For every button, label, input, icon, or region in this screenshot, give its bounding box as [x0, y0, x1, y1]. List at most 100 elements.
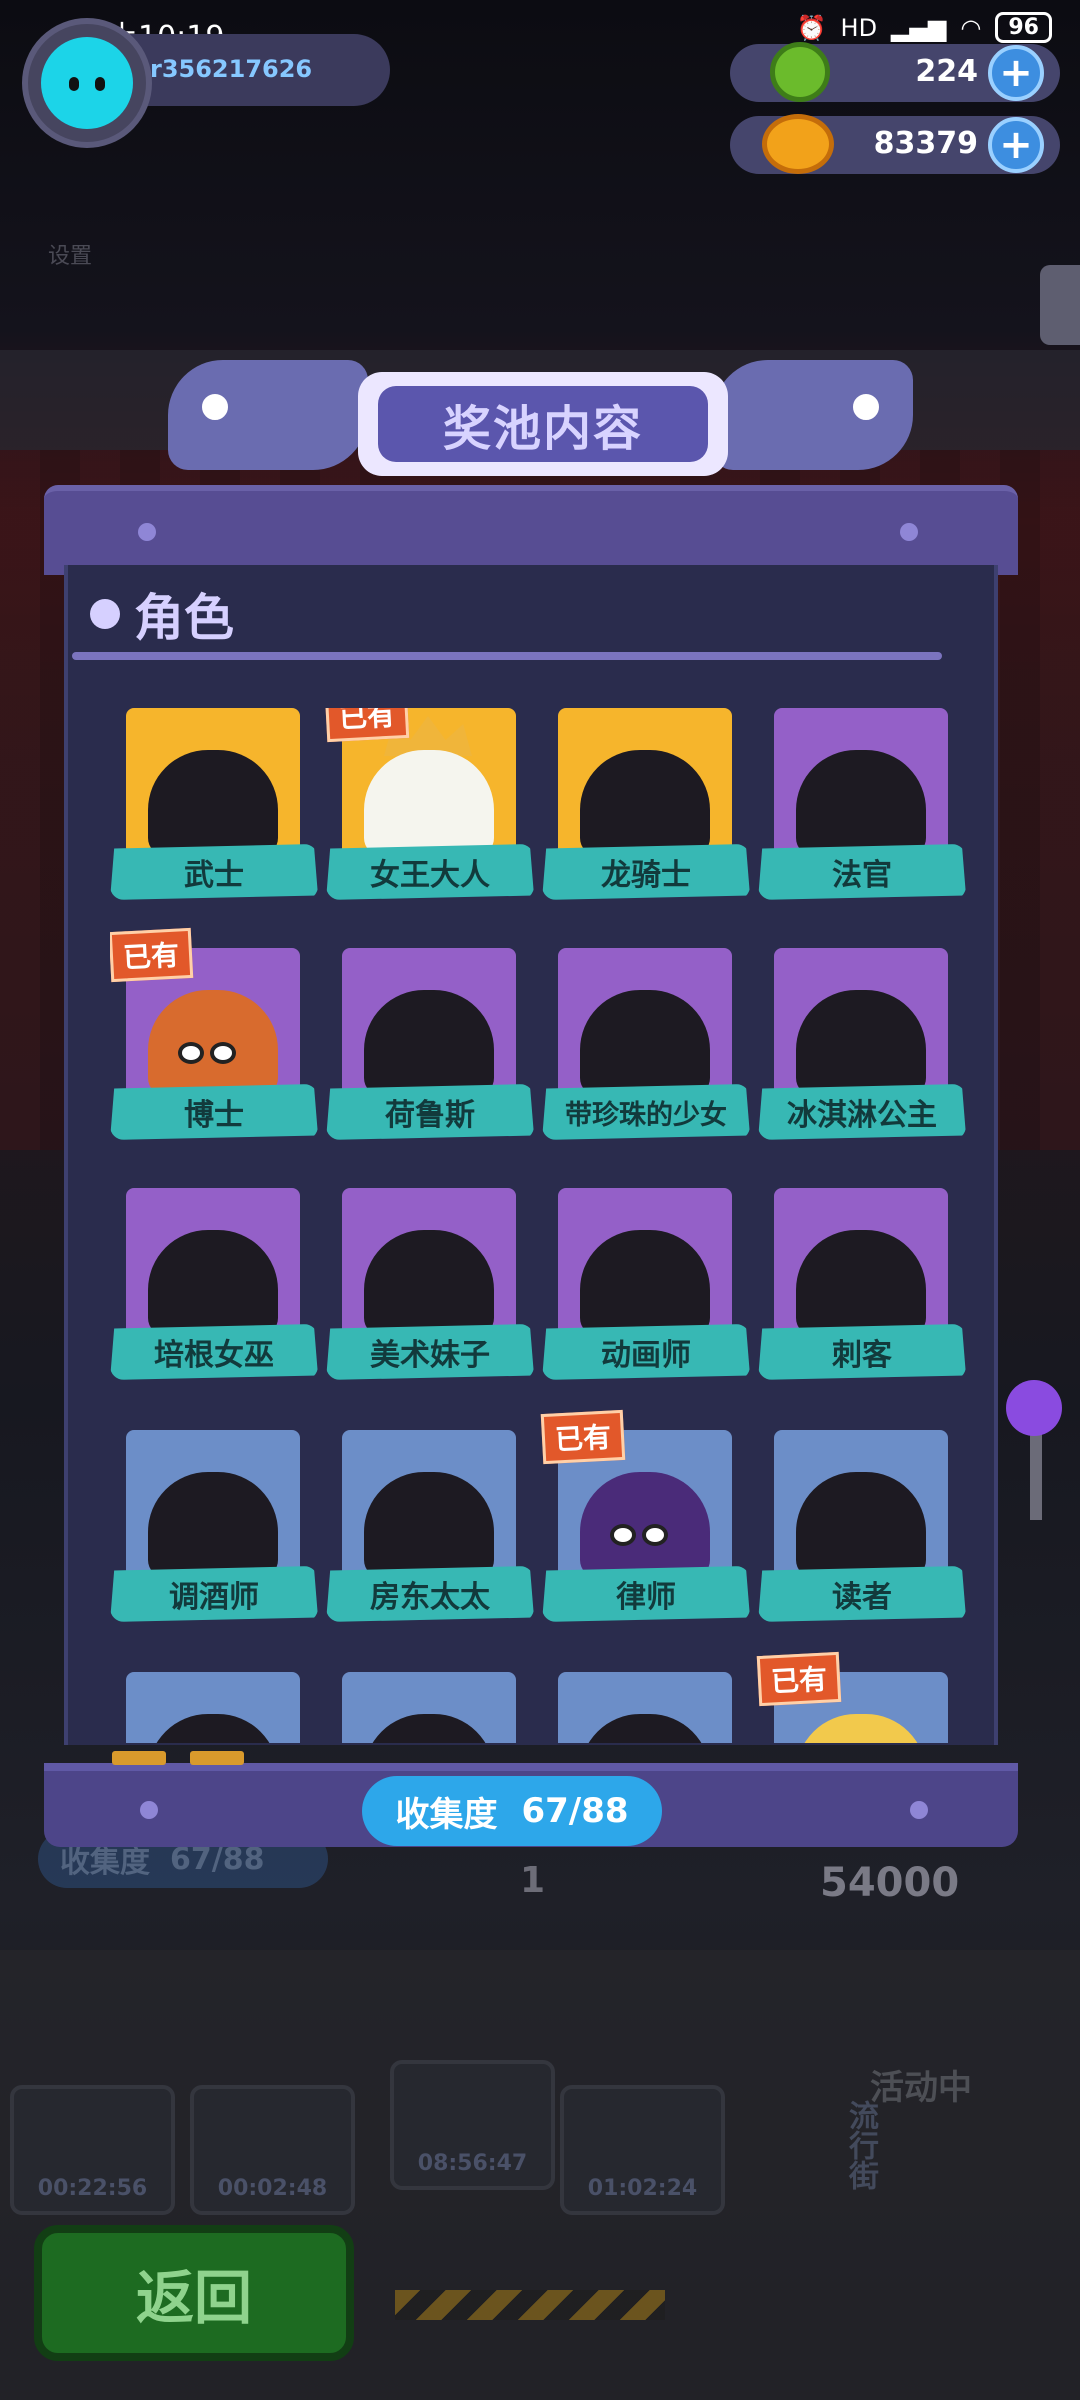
- character-card[interactable]: 培根女巫: [110, 1188, 326, 1386]
- character-card[interactable]: 美术妹子: [326, 1188, 542, 1386]
- character-portrait: [558, 1188, 732, 1336]
- character-silhouette-icon: [148, 1472, 278, 1578]
- character-silhouette-icon: [796, 1472, 926, 1578]
- alarm-icon: ⏰: [796, 13, 827, 42]
- character-name: 法官: [758, 844, 966, 900]
- background-slot-timer: 00:02:48: [190, 2085, 355, 2215]
- character-card[interactable]: [326, 1672, 542, 1743]
- fish-eye: [198, 390, 232, 424]
- character-portrait: [774, 708, 948, 856]
- fish-left-icon: [168, 360, 368, 470]
- character-portrait: [558, 948, 732, 1096]
- character-silhouette-icon: [364, 1714, 494, 1743]
- character-silhouette-icon: [580, 1714, 710, 1743]
- character-name: 龙骑士: [542, 844, 750, 900]
- character-name: 培根女巫: [110, 1324, 318, 1380]
- modal-title-decoration: 奖池内容: [168, 360, 913, 490]
- character-silhouette-icon: [364, 750, 494, 856]
- character-silhouette-icon: [148, 750, 278, 856]
- character-card[interactable]: 刺客: [758, 1188, 970, 1386]
- rivet: [910, 1801, 928, 1819]
- background-count: 1: [520, 1860, 546, 1901]
- character-name: 女王大人: [326, 844, 534, 900]
- character-card[interactable]: 法官: [758, 708, 970, 906]
- character-card[interactable]: 调酒师: [110, 1430, 326, 1628]
- owned-badge: 已有: [110, 927, 194, 983]
- back-button[interactable]: 返回: [34, 2225, 354, 2361]
- character-name: 武士: [110, 844, 318, 900]
- character-silhouette-icon: [796, 750, 926, 856]
- character-portrait: [342, 1672, 516, 1743]
- owned-badge: 已有: [756, 1651, 842, 1707]
- section-header: 角色: [90, 578, 234, 650]
- character-name: 刺客: [758, 1324, 966, 1380]
- character-name: 调酒师: [110, 1566, 318, 1622]
- character-name: 美术妹子: [326, 1324, 534, 1380]
- character-card[interactable]: 已有: [756, 1651, 970, 1743]
- modal-title: 奖池内容: [378, 386, 708, 462]
- green-gem-icon: [770, 42, 830, 102]
- character-name: 房东太太: [326, 1566, 534, 1622]
- character-card[interactable]: 房东太太: [326, 1430, 542, 1628]
- character-silhouette-icon: [364, 990, 494, 1096]
- player-id: r356217626: [150, 55, 313, 83]
- glasses-icon: [610, 1524, 680, 1546]
- character-card[interactable]: 读者: [758, 1430, 970, 1628]
- character-card[interactable]: [542, 1672, 758, 1743]
- character-card[interactable]: 荷鲁斯: [326, 948, 542, 1146]
- fish-eye: [849, 390, 883, 424]
- character-card[interactable]: 已有 博士: [110, 927, 326, 1146]
- rivet: [140, 1801, 158, 1819]
- player-avatar[interactable]: [22, 18, 152, 148]
- background-slot-timer: 01:02:24: [560, 2085, 725, 2215]
- character-portrait: [342, 1430, 516, 1578]
- cat-face-icon: [41, 37, 133, 129]
- modal-header-bar: [44, 485, 1018, 575]
- background-slot-timer: 08:56:47: [390, 2060, 555, 2190]
- status-icons: ⏰ HD ▂▄▆ ◠ 96: [797, 12, 1052, 43]
- add-coins-plus-icon[interactable]: +: [988, 117, 1044, 173]
- character-silhouette-icon: [364, 1472, 494, 1578]
- character-card[interactable]: 已有 律师: [540, 1409, 758, 1628]
- character-silhouette-icon: [580, 1230, 710, 1336]
- character-silhouette-icon: [796, 1714, 926, 1743]
- character-portrait: [126, 1672, 300, 1743]
- character-silhouette-icon: [580, 750, 710, 856]
- character-silhouette-icon: [148, 1714, 278, 1743]
- section-title: 角色: [134, 589, 234, 647]
- lever-stick: [1030, 1430, 1042, 1520]
- collection-value: 67/88: [521, 1791, 629, 1831]
- character-card[interactable]: 带珍珠的少女: [542, 948, 758, 1146]
- collection-label: 收集度: [395, 1794, 498, 1835]
- character-card[interactable]: 冰淇淋公主: [758, 948, 970, 1146]
- hazard-stripe: [395, 2290, 665, 2320]
- character-card[interactable]: 动画师: [542, 1188, 758, 1386]
- character-name: 读者: [758, 1566, 966, 1622]
- character-portrait: [774, 948, 948, 1096]
- character-card[interactable]: 武士: [110, 708, 326, 906]
- character-portrait: [558, 1672, 732, 1743]
- battery-level: 96: [995, 12, 1052, 43]
- settings-label-background: 设置: [48, 244, 93, 269]
- background-price: 54000: [820, 1860, 960, 1906]
- coin-count: 83379: [873, 126, 978, 161]
- event-label: 活动中: [870, 2068, 972, 2108]
- character-name: 动画师: [542, 1324, 750, 1380]
- character-card[interactable]: [110, 1672, 326, 1743]
- character-silhouette-icon: [796, 990, 926, 1096]
- scroll-stubs: [112, 1750, 268, 1769]
- character-name: 带珍珠的少女: [542, 1084, 750, 1140]
- gold-planet-coin-icon: [762, 114, 834, 174]
- character-card[interactable]: 龙骑士: [542, 708, 758, 906]
- wifi-icon: ◠: [960, 13, 982, 42]
- title-banner: 奖池内容: [358, 372, 728, 476]
- character-name: 冰淇淋公主: [758, 1084, 966, 1140]
- character-silhouette-icon: [148, 990, 278, 1096]
- character-card[interactable]: 已有 女王大人: [324, 708, 542, 906]
- character-grid[interactable]: 武士 已有 女王大人 龙骑士 法官 已有 博士 荷鲁斯 带珍珠的少女 冰淇淋公主 培根女巫 美术妹子动…: [110, 708, 970, 1743]
- character-portrait: [774, 1430, 948, 1578]
- section-divider: [72, 652, 942, 660]
- character-name: 博士: [110, 1084, 318, 1140]
- character-silhouette-icon: [364, 1230, 494, 1336]
- add-gems-plus-icon[interactable]: +: [988, 45, 1044, 101]
